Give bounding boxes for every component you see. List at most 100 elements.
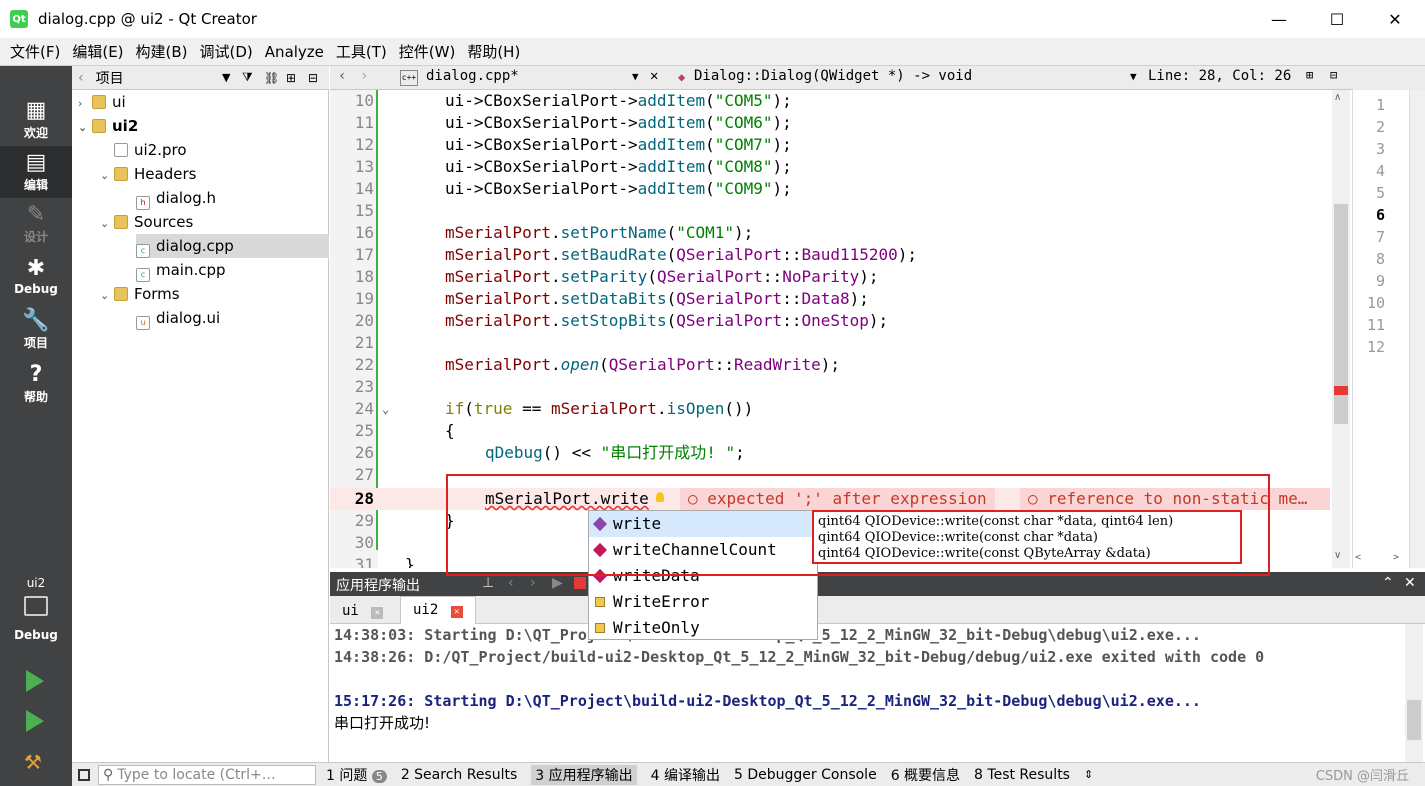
scroll-down-icon[interactable]: ∨ [1334,550,1341,561]
toggle-sidebar-icon[interactable] [78,768,90,781]
wrench-icon: 🔧 [22,308,50,333]
code-line: ui->CBoxSerialPort->addItem("COM9"); [445,179,792,198]
tree-item-dialog-cpp[interactable]: c dialog.cpp [122,234,234,258]
minimize-button[interactable]: — [1250,0,1308,38]
split-icon[interactable]: ⊞ [286,71,296,85]
menu-debug[interactable]: 调试(D) [194,41,259,62]
function-dropdown-icon[interactable]: ▼ [1130,70,1137,83]
chevron-left-icon[interactable]: ‹ [78,70,84,86]
tree-item-dialog-ui[interactable]: u dialog.ui [122,306,220,330]
code-line: ui->CBoxSerialPort->addItem("COM7"); [445,135,792,154]
tree-item-ui2[interactable]: ⌄ ui2 [78,114,138,138]
completion-item-writechannelcount[interactable]: writeChannelCount [589,537,817,563]
completion-item-writeerror[interactable]: WriteError [589,589,817,615]
nav-back-icon[interactable]: ‹ [338,68,346,84]
tree-item-ui2-pro[interactable]: ui2.pro [100,138,187,162]
error-circle-icon: ○ [688,489,698,508]
side-scrollbar[interactable] [1409,90,1425,568]
stop-icon[interactable] [574,577,586,589]
tree-item-sources[interactable]: ⌄ Sources [100,210,193,234]
mode-help[interactable]: ? 帮助 [0,358,72,410]
tree-item-ui[interactable]: › ui [78,90,126,114]
mode-projects[interactable]: 🔧 项目 [0,304,72,356]
close-pane-icon[interactable]: ✕ [1404,575,1416,591]
menu-analyze[interactable]: Analyze [259,43,330,61]
tab-ui[interactable]: ui ✕ [336,600,389,622]
completion-item-writedata[interactable]: writeData [589,563,817,589]
menu-file[interactable]: 文件(F) [4,41,66,62]
close-file-icon[interactable]: ✕ [650,68,658,84]
tab-problems[interactable]: 1 问题 5 [326,765,387,785]
kit-project-label: ui2 [26,576,46,590]
cursor-position[interactable]: Line: 28, Col: 26 [1148,68,1291,84]
tab-ui2[interactable]: ui2 ✕ [400,596,476,624]
output-scrollbar[interactable] [1405,624,1423,762]
open-file-name[interactable]: dialog.cpp* [426,68,519,84]
menu-controls[interactable]: 控件(W) [393,41,462,62]
output-line: 15:17:26: Starting D:\QT_Project\build-u… [334,692,1201,710]
split-icon[interactable]: ⊞ [1306,68,1313,82]
mode-design[interactable]: ✎ 设计 [0,198,72,250]
tree-item-headers[interactable]: ⌄ Headers [100,162,196,186]
close-button[interactable]: ✕ [1366,0,1424,38]
up-down-arrows-icon[interactable]: ⇕ [1084,768,1093,781]
tab-search-results[interactable]: 2 Search Results [401,767,517,783]
file-dropdown-icon[interactable]: ▼ [632,70,639,83]
signature-line: qint64 QIODevice::write(const QByteArray… [818,546,1151,561]
function-selector[interactable]: Dialog::Dialog(QWidget *) -> void [694,68,972,84]
application-output[interactable]: 14:38:03: Starting D:\QT_Project\build-u… [330,624,1425,762]
editor-scrollbar[interactable]: ∧ ∨ [1332,90,1350,568]
close-split-icon[interactable]: ⊟ [1330,68,1337,82]
close-tab-icon[interactable]: ✕ [450,606,463,618]
filter-icon[interactable]: ⧩ [242,70,253,85]
maximize-button[interactable]: ☐ [1308,0,1366,38]
mode-welcome[interactable]: ▦ 欢迎 [0,94,72,146]
scroll-up-icon[interactable]: ∧ [1334,92,1341,103]
maximize-pane-icon[interactable]: ⌃ [1382,575,1394,591]
window-title: dialog.cpp @ ui2 - Qt Creator [38,10,257,28]
output-scrollbar-thumb[interactable] [1407,700,1421,740]
tab-general-messages[interactable]: 6 概要信息 [891,765,960,785]
code-editor[interactable]: ⌄ 10 11 12 13 14 15 16 17 18 19 20 21 22… [330,90,1350,568]
menu-help[interactable]: 帮助(H) [461,41,526,62]
tab-application-output[interactable]: 3 应用程序输出 [531,764,637,785]
folder-icon [92,119,106,133]
close-tab-icon[interactable]: ✕ [371,607,384,619]
completion-item-write[interactable]: write [589,511,817,537]
tree-item-dialog-h[interactable]: h dialog.h [122,186,216,210]
tree-item-forms[interactable]: ⌄ Forms [100,282,180,306]
edit-doc-icon: ▤ [25,150,47,175]
debug-run-icon[interactable] [26,710,44,732]
run-icon[interactable] [26,670,44,692]
lightbulb-icon[interactable] [656,492,664,502]
folder-icon [114,215,128,229]
hammer-icon[interactable]: ⚒ [24,750,48,774]
tab-debugger-console[interactable]: 5 Debugger Console [734,767,877,783]
qt-logo-icon: Qt [10,10,28,28]
chevron-down-icon[interactable]: ▼ [222,71,230,84]
scroll-left-icon[interactable]: < [1355,552,1361,563]
mode-debug[interactable]: ✱ Debug [0,252,72,304]
tree-item-main-cpp[interactable]: c main.cpp [122,258,226,282]
prev-icon[interactable]: ‹ [508,575,514,591]
scroll-right-icon[interactable]: > [1393,552,1399,563]
menu-edit[interactable]: 编辑(E) [66,41,129,62]
next-icon[interactable]: › [530,575,536,591]
folder-icon [114,287,128,301]
cpp-file-icon: c [136,268,150,282]
tab-compile-output[interactable]: 4 编译输出 [651,765,720,785]
nav-forward-icon[interactable]: › [360,68,368,84]
link-icon[interactable]: ⛓ [264,71,279,85]
menu-tools[interactable]: 工具(T) [330,41,393,62]
menu-build[interactable]: 构建(B) [130,41,194,62]
error-scroll-marker [1334,386,1348,395]
run-again-icon[interactable]: ▶ [552,575,563,591]
ui-file-icon: u [136,316,150,330]
attach-icon[interactable]: ⊥ [482,575,494,591]
mode-edit[interactable]: ▤ 编辑 [0,146,72,198]
close-panel-icon[interactable]: ⊟ [308,71,318,85]
monitor-icon[interactable] [24,596,48,616]
completion-item-writeonly[interactable]: WriteOnly [589,615,817,641]
tab-test-results[interactable]: 8 Test Results [974,767,1070,783]
locator-input[interactable]: ⚲ Type to locate (Ctrl+… [98,764,316,785]
